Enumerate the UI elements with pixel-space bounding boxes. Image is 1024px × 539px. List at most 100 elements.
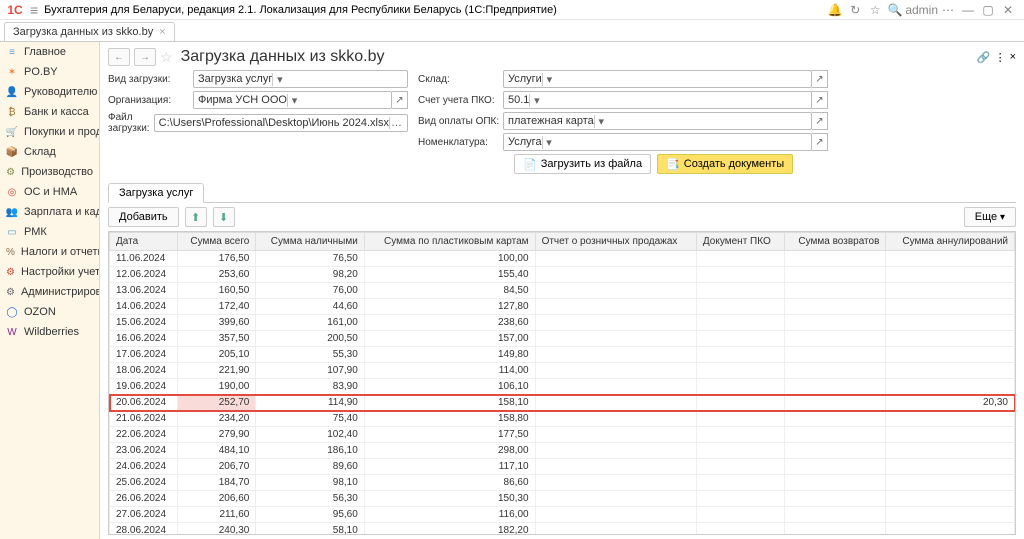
sidebar-item-2[interactable]: 👤Руководителю — [0, 82, 99, 102]
col-4[interactable]: Отчет о розничных продажах — [535, 233, 696, 251]
settings-icon[interactable]: ⋯ — [938, 3, 958, 17]
sidebar-icon: ≡ — [6, 46, 18, 58]
minimize-icon[interactable]: — — [958, 3, 978, 17]
col-7[interactable]: Сумма аннулирований — [886, 233, 1015, 251]
table-row[interactable]: 14.06.2024172,4044,60127,80 — [110, 299, 1015, 315]
bell-icon[interactable]: 🔔 — [825, 3, 845, 17]
sidebar-item-4[interactable]: 🛒Покупки и продажи — [0, 122, 99, 142]
table-row[interactable]: 19.06.2024190,0083,90106,10 — [110, 379, 1015, 395]
link-icon[interactable]: 🔗 — [977, 51, 991, 64]
table-row[interactable]: 28.06.2024240,3058,10182,20 — [110, 523, 1015, 536]
search-icon[interactable]: 🔍 — [885, 3, 905, 17]
more-button[interactable]: Еще ▾ — [964, 207, 1016, 227]
sidebar-item-3[interactable]: ₿Банк и касса — [0, 102, 99, 122]
table-row[interactable]: 23.06.2024484,10186,10298,00 — [110, 443, 1015, 459]
input-sklad[interactable]: Услуги▾ — [503, 70, 812, 88]
cell — [535, 507, 696, 523]
input-vid-oplaty[interactable]: платежная карта▾ — [503, 112, 812, 130]
browse-icon[interactable]: … — [389, 117, 403, 129]
table-row[interactable]: 17.06.2024205,1055,30149,80 — [110, 347, 1015, 363]
open-button[interactable]: ↗ — [812, 112, 828, 130]
load-from-file-button[interactable]: 📄Загрузить из файла — [514, 154, 651, 174]
table-row[interactable]: 24.06.2024206,7089,60117,10 — [110, 459, 1015, 475]
table-row[interactable]: 15.06.2024399,60161,00238,60 — [110, 315, 1015, 331]
table-row[interactable]: 11.06.2024176,5076,50100,00 — [110, 251, 1015, 267]
tab-load-services[interactable]: Загрузка услуг — [108, 183, 204, 203]
cell — [784, 411, 886, 427]
move-up-button[interactable]: ⬆ — [185, 207, 207, 227]
app-suffix: (1С:Предприятие) — [465, 4, 557, 16]
tab-main[interactable]: Загрузка данных из skko.by × — [4, 22, 175, 41]
table-row[interactable]: 22.06.2024279,90102,40177,50 — [110, 427, 1015, 443]
user-label[interactable]: admin — [905, 3, 938, 17]
table-row[interactable]: 13.06.2024160,5076,0084,50 — [110, 283, 1015, 299]
tab-close-icon[interactable]: × — [159, 26, 165, 38]
sidebar-item-5[interactable]: 📦Склад — [0, 142, 99, 162]
data-table-wrap[interactable]: ДатаСумма всегоСумма наличнымиСумма по п… — [108, 231, 1016, 535]
cell: 149,80 — [364, 347, 535, 363]
dropdown-icon[interactable]: ▾ — [594, 115, 608, 128]
open-button[interactable]: ↗ — [812, 133, 828, 151]
col-3[interactable]: Сумма по пластиковым картам — [364, 233, 535, 251]
col-5[interactable]: Документ ПКО — [696, 233, 784, 251]
create-documents-button[interactable]: 📑Создать документы — [657, 154, 793, 174]
sidebar-item-9[interactable]: ▭РМК — [0, 222, 99, 242]
dropdown-icon[interactable]: ▾ — [287, 94, 301, 107]
table-row[interactable]: 20.06.2024252,70114,90158,1020,30 — [110, 395, 1015, 411]
sidebar-item-10[interactable]: %Налоги и отчетность — [0, 242, 99, 262]
input-file[interactable]: C:\Users\Professional\Desktop\Июнь 2024.… — [154, 114, 408, 132]
nav-back-button[interactable]: ← — [108, 48, 130, 66]
dropdown-icon[interactable]: ▾ — [529, 94, 543, 107]
close-icon[interactable]: ✕ — [998, 3, 1018, 17]
table-row[interactable]: 12.06.2024253,6098,20155,40 — [110, 267, 1015, 283]
sidebar-item-7[interactable]: ◎ОС и НМА — [0, 182, 99, 202]
cell — [886, 475, 1015, 491]
page-more-icon[interactable]: ⋮ — [995, 51, 1006, 64]
sidebar-item-1[interactable]: ✶PO.BY — [0, 62, 99, 82]
move-down-button[interactable]: ⬇ — [213, 207, 235, 227]
dropdown-icon[interactable]: ▾ — [272, 73, 286, 86]
input-schet[interactable]: 50.1▾ — [503, 91, 812, 109]
sidebar-item-12[interactable]: ⚙Администрирование — [0, 282, 99, 302]
col-6[interactable]: Сумма возвратов — [784, 233, 886, 251]
cell: 176,50 — [178, 251, 256, 267]
favorite-icon[interactable]: ☆ — [160, 49, 173, 66]
table-row[interactable]: 21.06.2024234,2075,40158,80 — [110, 411, 1015, 427]
sidebar-item-13[interactable]: ◯OZON — [0, 302, 99, 322]
form: Вид загрузки: Загрузка услуг▾ Организаци… — [100, 68, 1024, 176]
open-button[interactable]: ↗ — [392, 91, 408, 109]
sidebar-label: Wildberries — [24, 326, 79, 338]
cell — [535, 443, 696, 459]
star-icon[interactable]: ☆ — [865, 3, 885, 17]
table-row[interactable]: 27.06.2024211,6095,60116,00 — [110, 507, 1015, 523]
table-row[interactable]: 25.06.2024184,7098,1086,60 — [110, 475, 1015, 491]
sidebar-item-0[interactable]: ≡Главное — [0, 42, 99, 62]
table-row[interactable]: 18.06.2024221,90107,90114,00 — [110, 363, 1015, 379]
dropdown-icon[interactable]: ▾ — [542, 136, 556, 149]
page-close-icon[interactable]: × — [1010, 51, 1016, 63]
nav-forward-button[interactable]: → — [134, 48, 156, 66]
sidebar-item-14[interactable]: WWildberries — [0, 322, 99, 342]
sidebar-item-6[interactable]: ⚙Производство — [0, 162, 99, 182]
table-row[interactable]: 26.06.2024206,6056,30150,30 — [110, 491, 1015, 507]
history-icon[interactable]: ↻ — [845, 3, 865, 17]
dropdown-icon[interactable]: ▾ — [542, 73, 556, 86]
sidebar-label: Покупки и продажи — [24, 126, 100, 138]
input-vid-zagruzki[interactable]: Загрузка услуг▾ — [193, 70, 408, 88]
open-button[interactable]: ↗ — [812, 91, 828, 109]
input-organizatsiya[interactable]: Фирма УСН ООО▾ — [193, 91, 392, 109]
sidebar-item-8[interactable]: 👥Зарплата и кадры — [0, 202, 99, 222]
maximize-icon[interactable]: ▢ — [978, 3, 998, 17]
open-button[interactable]: ↗ — [812, 70, 828, 88]
add-button[interactable]: Добавить — [108, 207, 179, 227]
menu-icon[interactable]: ≡ — [30, 2, 38, 18]
sidebar-item-11[interactable]: ⚙Настройки учета — [0, 262, 99, 282]
col-1[interactable]: Сумма всего — [178, 233, 256, 251]
cell — [784, 363, 886, 379]
sidebar-label: РМК — [24, 226, 47, 238]
table-row[interactable]: 16.06.2024357,50200,50157,00 — [110, 331, 1015, 347]
input-nomen[interactable]: Услуга▾ — [503, 133, 812, 151]
cell: 12.06.2024 — [110, 267, 178, 283]
col-0[interactable]: Дата — [110, 233, 178, 251]
col-2[interactable]: Сумма наличными — [256, 233, 364, 251]
